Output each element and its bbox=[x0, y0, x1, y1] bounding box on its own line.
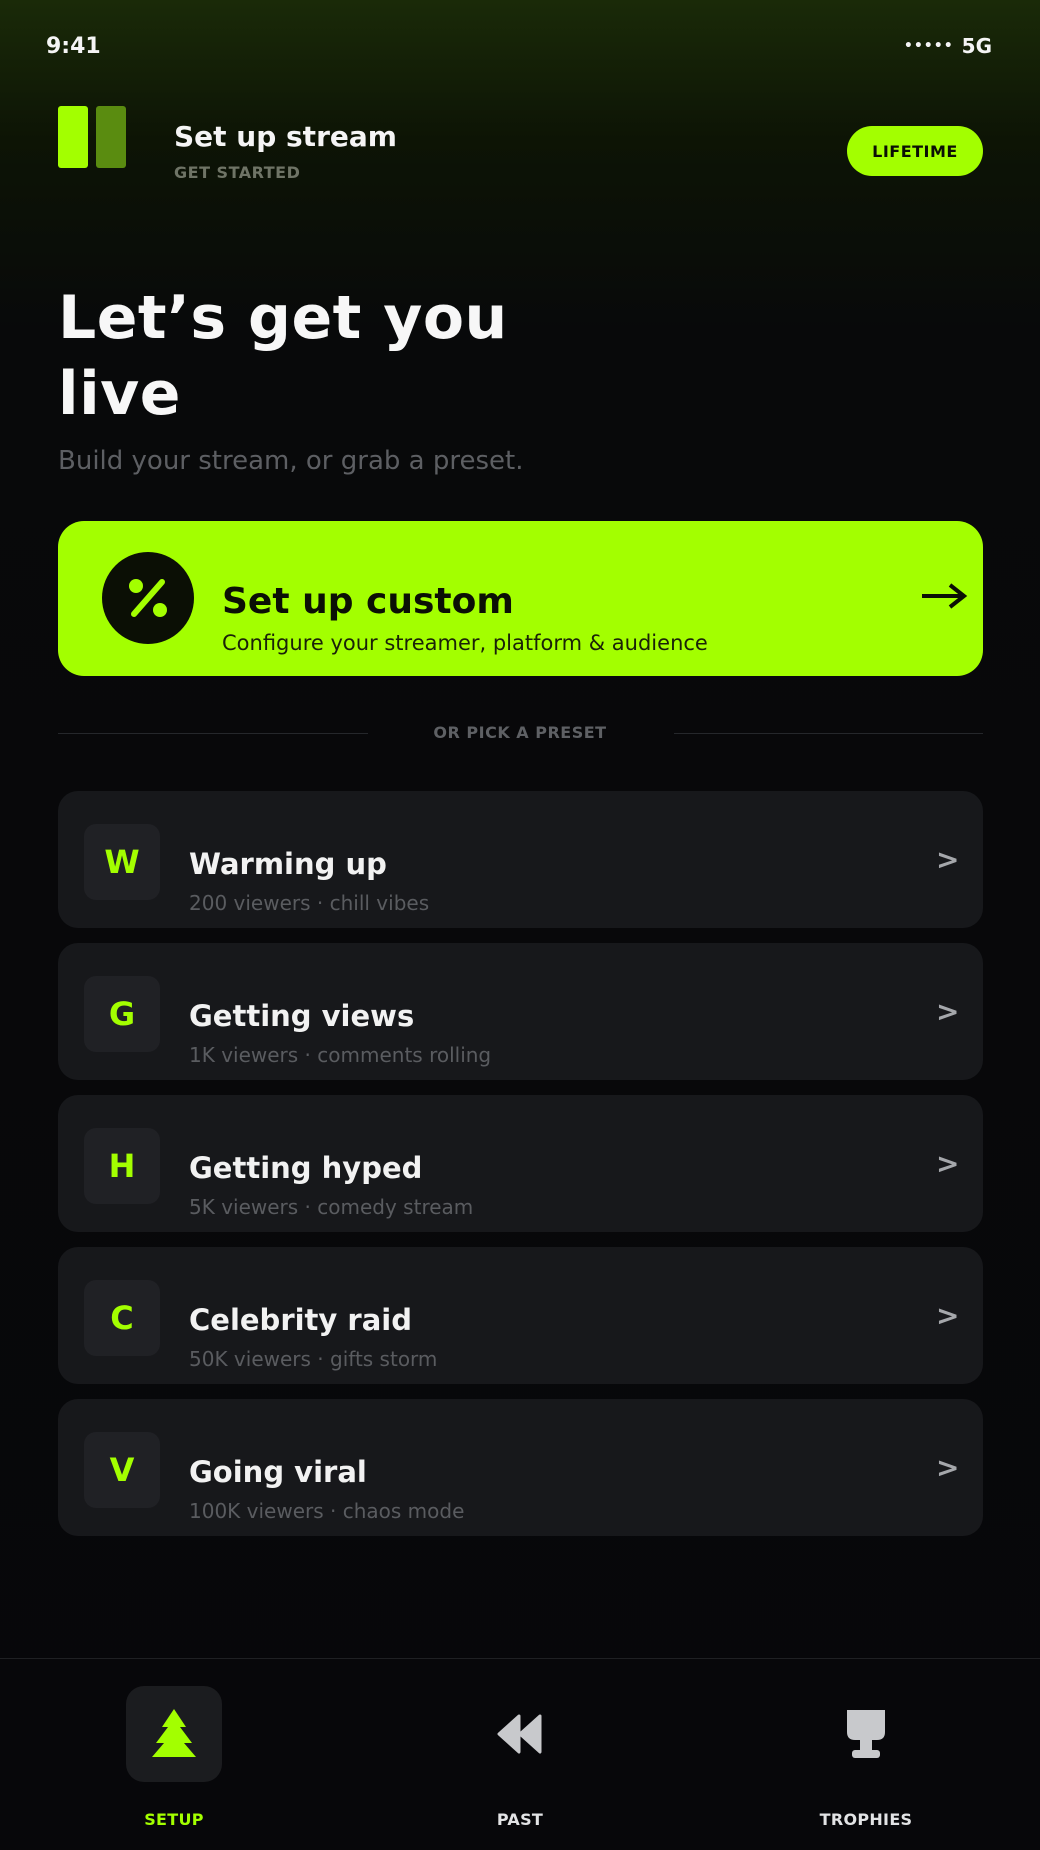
status-right: ••••• 5G bbox=[904, 34, 992, 58]
preset-title: Warming up bbox=[189, 847, 387, 881]
trophy-icon bbox=[847, 1710, 885, 1758]
setup-custom-title: Set up custom bbox=[222, 581, 514, 622]
setup-custom-subtitle: Configure your streamer, platform & audi… bbox=[222, 631, 708, 655]
nav-trophies-label: TROPHIES bbox=[819, 1810, 913, 1829]
preset-subtitle: 1K viewers · comments rolling bbox=[189, 1043, 492, 1067]
preset-subtitle: 5K viewers · comedy stream bbox=[189, 1195, 474, 1219]
preset-subtitle: 50K viewers · gifts storm bbox=[189, 1347, 438, 1371]
preset-letter-badge: G bbox=[84, 976, 160, 1052]
preset-subtitle: 200 viewers · chill vibes bbox=[189, 891, 430, 915]
app-logo bbox=[58, 106, 126, 168]
percent-icon bbox=[102, 552, 194, 644]
preset-going-viral[interactable]: V Going viral 100K viewers · chaos mode … bbox=[58, 1399, 983, 1536]
page-title: Let’s get you live bbox=[58, 283, 508, 429]
nav-setup-label: SETUP bbox=[144, 1810, 204, 1829]
preset-title: Getting hyped bbox=[189, 1151, 423, 1185]
arrow-right-icon bbox=[922, 583, 968, 609]
chevron-right-icon: > bbox=[936, 1299, 960, 1332]
preset-warming-up[interactable]: W Warming up 200 viewers · chill vibes > bbox=[58, 791, 983, 928]
chevron-right-icon: > bbox=[936, 1451, 960, 1484]
nav-past-icon-bg bbox=[472, 1686, 568, 1782]
nav-trophies[interactable]: TROPHIES bbox=[766, 1686, 966, 1836]
preset-letter-badge: C bbox=[84, 1280, 160, 1356]
chevron-right-icon: > bbox=[936, 843, 960, 876]
header-subtitle: GET STARTED bbox=[174, 163, 301, 182]
rewind-icon bbox=[497, 1714, 542, 1754]
nav-setup-icon-bg bbox=[126, 1686, 222, 1782]
nav-setup[interactable]: SETUP bbox=[74, 1686, 274, 1836]
page-subtitle: Build your stream, or grab a preset. bbox=[58, 446, 524, 476]
header-title: Set up stream bbox=[174, 120, 397, 153]
preset-getting-hyped[interactable]: H Getting hyped 5K viewers · comedy stre… bbox=[58, 1095, 983, 1232]
preset-subtitle: 100K viewers · chaos mode bbox=[189, 1499, 465, 1523]
setup-custom-button[interactable]: Set up custom Configure your streamer, p… bbox=[58, 521, 983, 676]
divider-label: OR PICK A PRESET bbox=[433, 723, 607, 742]
lifetime-badge[interactable]: LIFETIME bbox=[847, 126, 983, 176]
preset-title: Getting views bbox=[189, 999, 415, 1033]
chevron-right-icon: > bbox=[936, 1147, 960, 1180]
logo-bar-primary bbox=[58, 106, 88, 168]
network-type: 5G bbox=[961, 34, 992, 58]
preset-letter-badge: H bbox=[84, 1128, 160, 1204]
signal-strength-icon: ••••• bbox=[903, 38, 954, 54]
app-screen: 9:41 ••••• 5G Set up stream GET STARTED … bbox=[0, 0, 1040, 1850]
nav-trophies-icon-bg bbox=[818, 1686, 914, 1782]
preset-letter-badge: W bbox=[84, 824, 160, 900]
tree-icon bbox=[152, 1709, 196, 1757]
chevron-right-icon: > bbox=[936, 995, 960, 1028]
nav-past-label: PAST bbox=[496, 1810, 544, 1829]
bottom-nav-border bbox=[0, 1658, 1040, 1659]
preset-getting-views[interactable]: G Getting views 1K viewers · comments ro… bbox=[58, 943, 983, 1080]
logo-bar-secondary bbox=[96, 106, 126, 168]
nav-past[interactable]: PAST bbox=[420, 1686, 620, 1836]
preset-celebrity-raid[interactable]: C Celebrity raid 50K viewers · gifts sto… bbox=[58, 1247, 983, 1384]
status-time: 9:41 bbox=[46, 34, 101, 59]
preset-title: Going viral bbox=[189, 1455, 367, 1489]
preset-title: Celebrity raid bbox=[189, 1303, 412, 1337]
preset-letter-badge: V bbox=[84, 1432, 160, 1508]
